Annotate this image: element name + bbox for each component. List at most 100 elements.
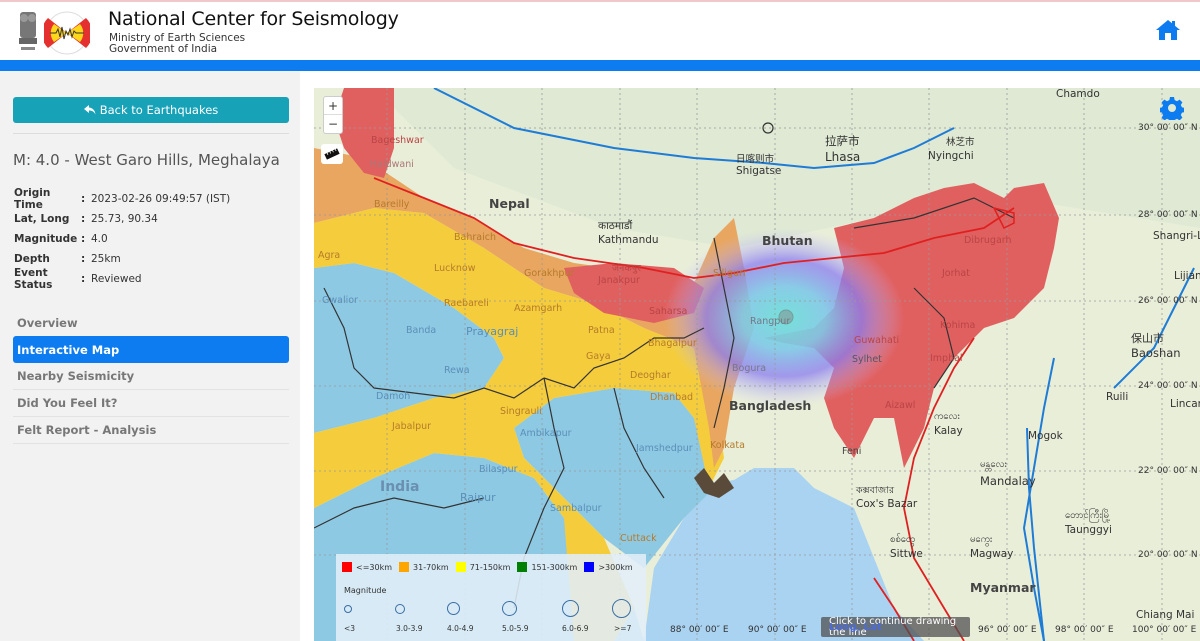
city-native-label: မန္တလေး	[980, 459, 1007, 470]
city-label: Sambalpur	[550, 503, 602, 514]
city-label: Feni	[842, 446, 862, 457]
nav-item-overview[interactable]: Overview	[13, 309, 289, 336]
city-label: Guwahati	[854, 335, 900, 346]
depth-swatch-green	[517, 562, 528, 572]
city-label: Aizawl	[885, 400, 916, 411]
latitude-label: 26° 00′ 00″ N	[1138, 296, 1198, 306]
city-native-label: কক্সবাজার	[856, 485, 895, 496]
magnitude-circle-icon	[562, 600, 579, 617]
city-label: Raebareli	[444, 298, 489, 309]
city-label: Patna	[588, 325, 615, 336]
city-label: Agra	[318, 250, 341, 261]
site-subtitle-government: Government of India	[109, 43, 218, 55]
city-label: Dibrugarh	[964, 235, 1012, 246]
detail-colon: :	[81, 233, 86, 245]
magnitude-circle-icon	[502, 601, 517, 616]
tooltip-coords-overlay: Long, Lat	[829, 621, 882, 633]
magnitude-label: <3	[344, 624, 356, 633]
city-label: Gaya	[586, 351, 611, 362]
longitude-label: 90° 00′ 00″ E	[748, 625, 807, 635]
country-label-bhutan: Bhutan	[762, 233, 813, 248]
city-native-label: 保山市	[1131, 332, 1164, 345]
depth-label: <=30km	[356, 562, 393, 572]
city-label: Nyingchi	[928, 150, 974, 162]
nav-item-did-you-feel-it[interactable]: Did You Feel It?	[13, 390, 289, 417]
city-label: Damoh	[376, 391, 411, 402]
nav-item-felt-report-analysis[interactable]: Felt Report - Analysis	[13, 417, 289, 444]
measure-tool-button[interactable]	[321, 144, 343, 164]
nav-item-nearby-seismicity[interactable]: Nearby Seismicity	[13, 363, 289, 390]
latitude-label: 30° 00′ 00″ N	[1138, 123, 1198, 133]
latitude-label: 28° 00′ 00″ N	[1138, 210, 1198, 220]
city-label: Deoghar	[630, 370, 671, 381]
gear-icon[interactable]	[1160, 96, 1184, 120]
city-label: Rewa	[444, 365, 470, 376]
depth-label: 151-300km	[531, 562, 578, 572]
longitude-label: 100° 00′ 00″ E	[1132, 625, 1197, 635]
detail-value: Reviewed	[91, 273, 142, 285]
city-label: Kalay	[934, 425, 963, 437]
city-label: Cox's Bazar	[856, 498, 918, 510]
city-label: Ambikapur	[520, 428, 572, 439]
detail-value: 2023-02-26 09:49:57 (IST)	[91, 193, 231, 205]
depth-legend: <=30km 31-70km 71-150km 151-300km >300km	[342, 562, 636, 572]
city-label: Chamdo	[1056, 88, 1100, 100]
city-label: Lincang	[1170, 398, 1200, 410]
depth-swatch-orange	[399, 562, 410, 572]
city-native-label: 拉萨市	[825, 134, 860, 148]
magnitude-label: 6.0-6.9	[562, 624, 589, 633]
depth-label: >300km	[598, 562, 633, 572]
city-native-label: တောင်ကြီးမြို့	[1065, 510, 1111, 521]
city-label: Bhagalpur	[648, 338, 697, 349]
city-native-label: जनकपुर	[612, 263, 641, 274]
city-label: Dhanbad	[650, 392, 694, 403]
nav-item-interactive-map[interactable]: Interactive Map	[13, 336, 289, 363]
city-label: Kohima	[940, 320, 976, 331]
city-label: Rangpur	[750, 316, 791, 327]
city-label: Raipur	[460, 491, 496, 504]
site-header: National Center for Seismology Ministry …	[0, 2, 1200, 60]
city-label: Chiang Mai	[1136, 609, 1195, 621]
latitude-label: 20° 00′ 00″ N	[1138, 550, 1198, 560]
magnitude-label: 3.0-3.9	[396, 624, 423, 633]
detail-label: Magnitude	[14, 233, 78, 245]
detail-depth: Depth:25km	[14, 249, 230, 269]
city-label: Lucknow	[434, 263, 476, 274]
country-label-nepal: Nepal	[489, 196, 530, 211]
zoom-out-button[interactable]: −	[324, 115, 342, 133]
zoom-in-button[interactable]: +	[324, 97, 342, 115]
city-label: Shangri-La	[1153, 230, 1200, 242]
city-label: Mandalay	[980, 474, 1036, 488]
city-label: Bilaspur	[479, 464, 518, 475]
city-native-label: ကလေး	[934, 411, 960, 422]
back-to-earthquakes-button[interactable]: Back to Earthquakes	[13, 97, 289, 123]
measure-tooltip: Click to continue drawing the line Long,…	[821, 616, 970, 638]
detail-lat-long: Lat, Long:25.73, 90.34	[14, 209, 230, 229]
national-emblem-icon	[19, 12, 37, 50]
city-label: Baoshan	[1131, 346, 1181, 360]
detail-label: Lat, Long	[14, 213, 70, 225]
magnitude-circle-icon	[344, 605, 352, 613]
magnitude-circle-icon	[447, 602, 460, 615]
longitude-label: 96° 00′ 00″ E	[978, 625, 1037, 635]
longitude-label: 98° 00′ 00″ E	[1055, 625, 1114, 635]
reply-arrow-icon	[83, 105, 96, 115]
interactive-map[interactable]: Nepal Bhutan Bangladesh India Myanmar Ba…	[314, 88, 1200, 641]
depth-swatch-yellow	[455, 562, 466, 572]
home-icon[interactable]	[1155, 18, 1181, 42]
country-label-myanmar: Myanmar	[970, 580, 1036, 595]
city-native-label: မကွေး	[970, 534, 993, 545]
magnitude-label: 5.0-5.9	[502, 624, 529, 633]
city-label: Saharsa	[649, 306, 688, 317]
city-label: Cuttack	[620, 533, 657, 544]
latitude-label: 24° 00′ 00″ N	[1138, 381, 1198, 391]
city-label: Siliguri	[713, 268, 746, 279]
site-title: National Center for Seismology	[108, 8, 399, 30]
city-label: Sylhet	[852, 354, 882, 365]
latitude-label: 22° 00′ 00″ N	[1138, 466, 1198, 476]
detail-value: 4.0	[91, 233, 108, 245]
event-title: M: 4.0 - West Garo Hills, Meghalaya	[13, 151, 280, 169]
depth-label: 31-70km	[413, 562, 449, 572]
magnitude-circle-icon	[395, 604, 405, 614]
city-label: Bogura	[732, 363, 767, 374]
